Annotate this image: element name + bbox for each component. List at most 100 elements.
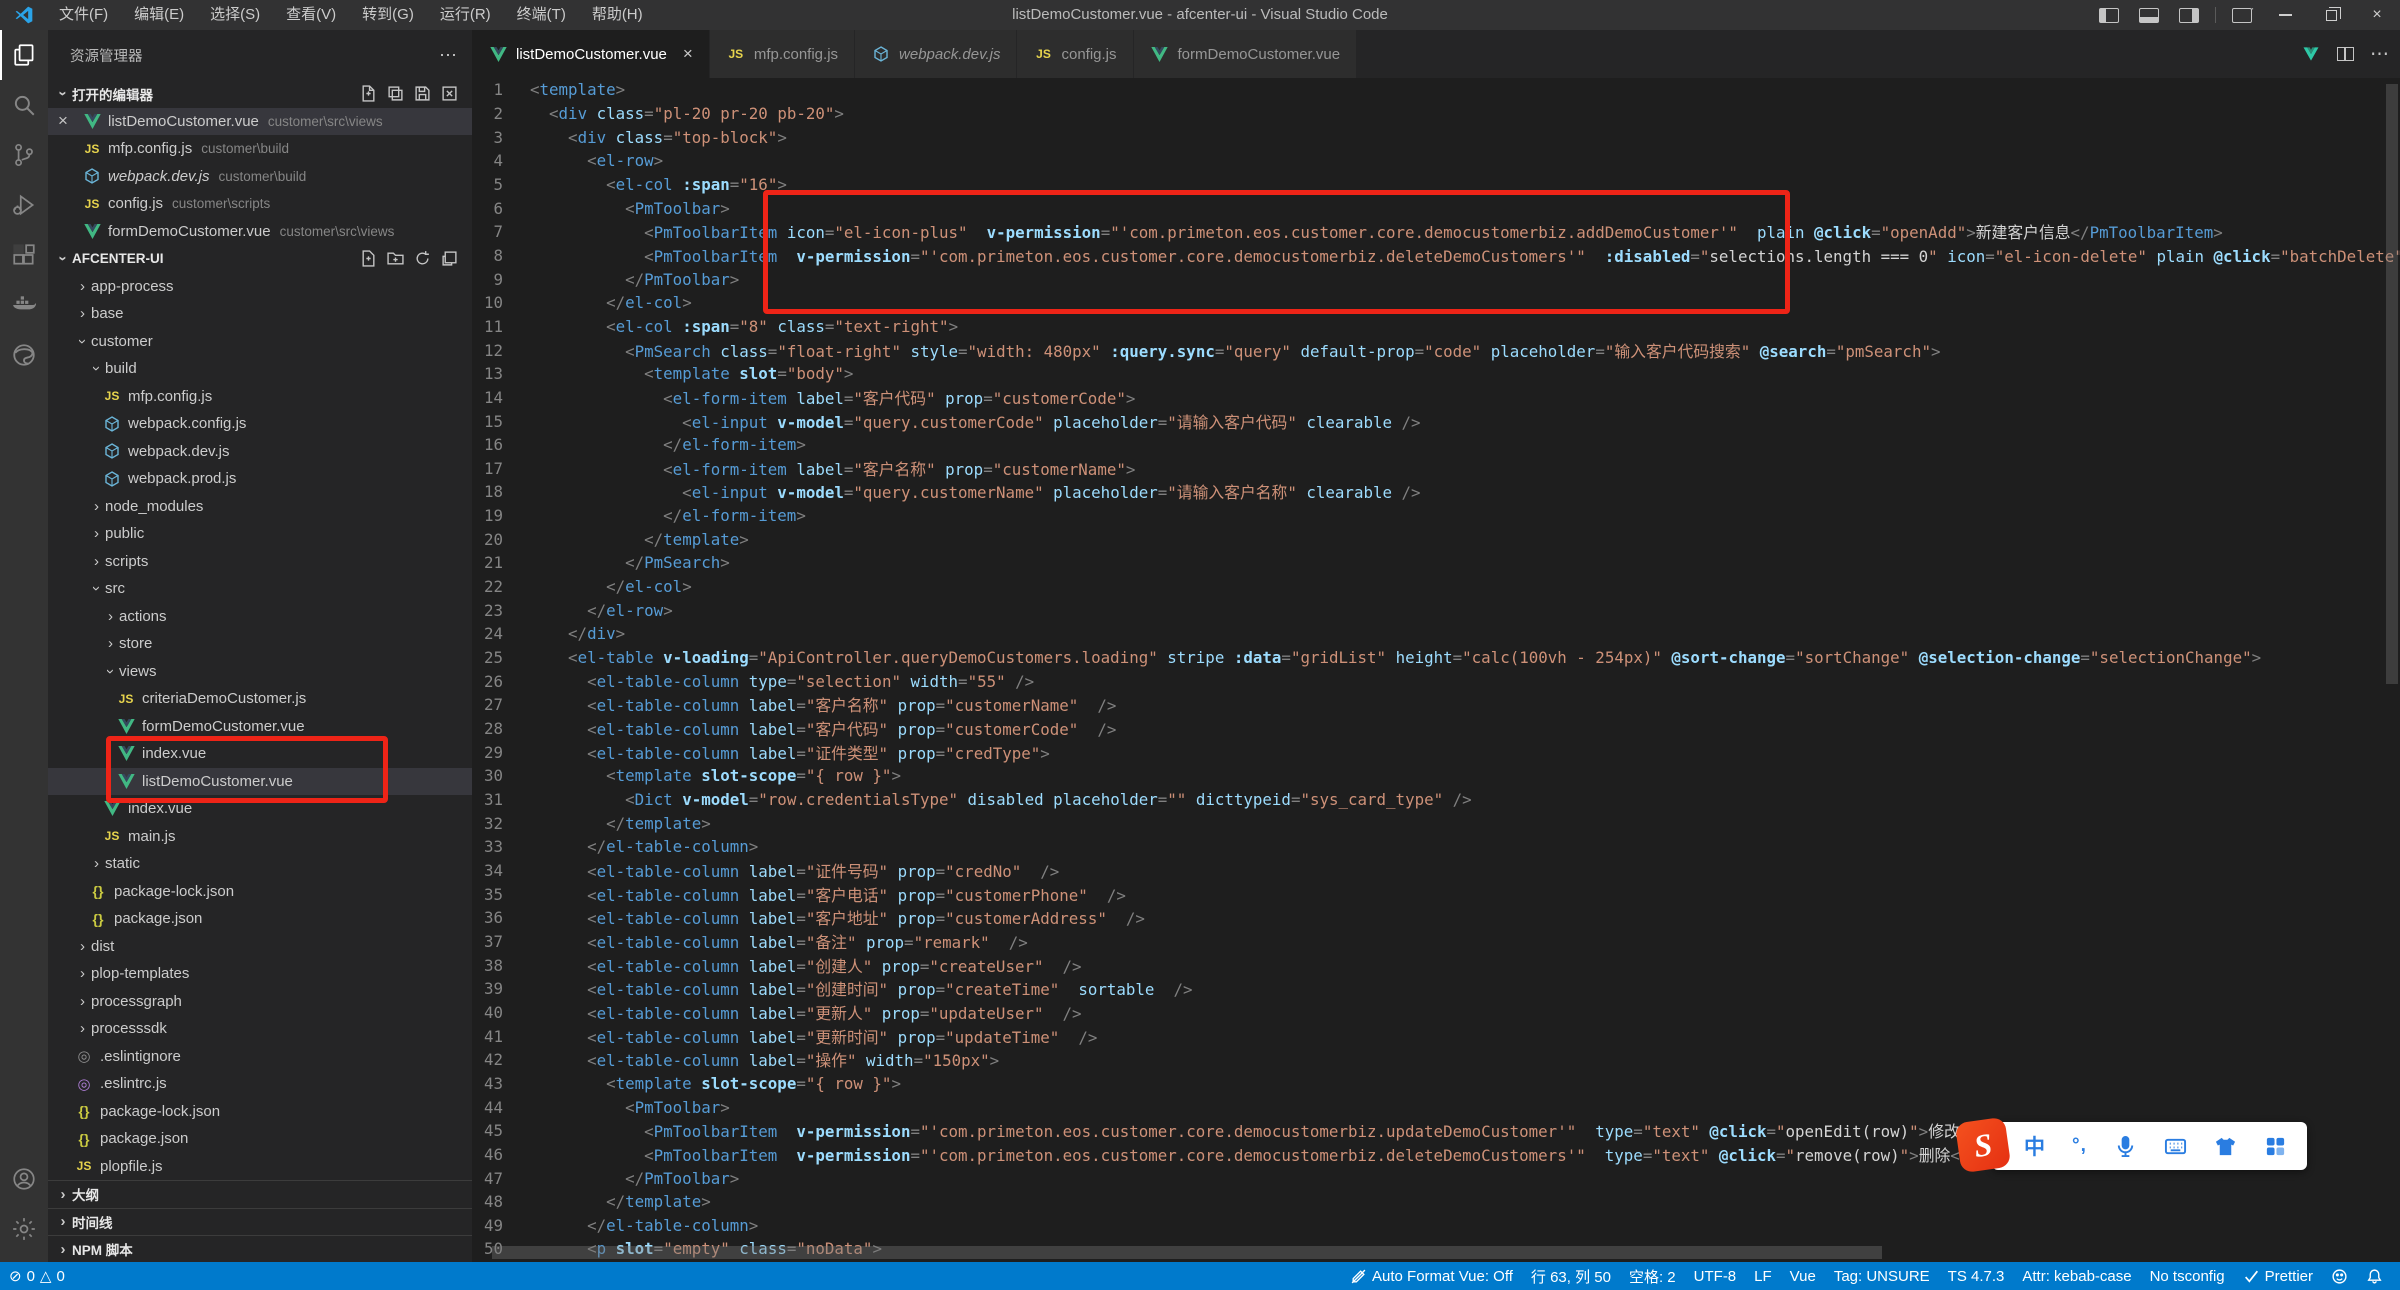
menu-item[interactable]: 文件(F) <box>46 0 121 30</box>
project-root-header[interactable]: › AFCENTER-UI <box>48 245 472 273</box>
code-line[interactable]: 48 </template> <box>472 1190 2400 1214</box>
code-line[interactable]: 14 <el-form-item label="客户代码" prop="cust… <box>472 386 2400 410</box>
menu-item[interactable]: 转到(G) <box>349 0 427 30</box>
open-editors-header[interactable]: › 打开的编辑器 <box>48 80 472 108</box>
tree-item-.eslintignore[interactable]: ◎.eslintignore <box>48 1043 472 1071</box>
new-untitled-file-icon[interactable] <box>360 85 377 102</box>
tab-webpack.dev.js[interactable]: webpack.dev.js <box>855 30 1017 78</box>
tree-item-index.vue[interactable]: index.vue <box>48 740 472 768</box>
code-line[interactable]: 49 </el-table-column> <box>472 1214 2400 1238</box>
code-line[interactable]: 21 </PmSearch> <box>472 551 2400 575</box>
tab-formDemoCustomer.vue[interactable]: formDemoCustomer.vue <box>1134 30 1358 78</box>
tree-item-node_modules[interactable]: ›node_modules <box>48 493 472 521</box>
sidebar-more-actions-icon[interactable]: ⋯ <box>439 45 458 66</box>
keyboard-icon[interactable] <box>2164 1135 2187 1158</box>
open-editor-item[interactable]: formDemoCustomer.vuecustomer\src\views <box>48 218 472 246</box>
horizontal-scrollbar[interactable] <box>492 1246 1882 1259</box>
tree-item-app-process[interactable]: ›app-process <box>48 273 472 301</box>
code-line[interactable]: 19 </el-form-item> <box>472 504 2400 528</box>
code-line[interactable]: 16 </el-form-item> <box>472 433 2400 457</box>
tree-item-formDemoCustomer.vue[interactable]: formDemoCustomer.vue <box>48 713 472 741</box>
code-line[interactable]: 37 <el-table-column label="备注" prop="rem… <box>472 930 2400 954</box>
menu-item[interactable]: 运行(R) <box>427 0 504 30</box>
tab-config.js[interactable]: JSconfig.js <box>1017 30 1133 78</box>
code-line[interactable]: 5 <el-col :span="16"> <box>472 173 2400 197</box>
tree-item-main.js[interactable]: JSmain.js <box>48 823 472 851</box>
vue-preview-icon[interactable] <box>2301 44 2321 64</box>
activitybar-account[interactable] <box>0 1154 48 1204</box>
toggle-editor-layout-icon[interactable] <box>387 85 404 102</box>
code-line[interactable]: 2 <div class="pl-20 pr-20 pb-20"> <box>472 102 2400 126</box>
tree-item-src[interactable]: ›src <box>48 575 472 603</box>
ime-punctuation-mode[interactable]: °, <box>2072 1135 2087 1157</box>
close-icon[interactable]: × <box>683 44 693 64</box>
sidebar-section-大纲[interactable]: ›大纲 <box>48 1180 472 1208</box>
code-line[interactable]: 26 <el-table-column type="selection" wid… <box>472 669 2400 693</box>
code-line[interactable]: 28 <el-table-column label="客户代码" prop="c… <box>472 717 2400 741</box>
activitybar-source-control[interactable] <box>0 130 48 180</box>
collapse-folders-icon[interactable] <box>441 250 458 267</box>
code-line[interactable]: 43 <template slot-scope="{ row }"> <box>472 1072 2400 1096</box>
tree-item-customer[interactable]: ›customer <box>48 328 472 356</box>
activitybar-settings[interactable] <box>0 1204 48 1254</box>
code-line[interactable]: 40 <el-table-column label="更新人" prop="up… <box>472 1001 2400 1025</box>
menu-item[interactable]: 帮助(H) <box>579 0 656 30</box>
code-line[interactable]: 8 <PmToolbarItem v-permission="'com.prim… <box>472 244 2400 268</box>
code-line[interactable]: 23 </el-row> <box>472 598 2400 622</box>
tree-item-package-lock.json[interactable]: {}package-lock.json <box>48 1098 472 1126</box>
toolbox-grid-icon[interactable] <box>2264 1135 2287 1158</box>
code-line[interactable]: 3 <div class="top-block"> <box>472 125 2400 149</box>
code-line[interactable]: 18 <el-input v-model="query.customerName… <box>472 480 2400 504</box>
code-line[interactable]: 39 <el-table-column label="创建时间" prop="c… <box>472 977 2400 1001</box>
menu-item[interactable]: 终端(T) <box>504 0 579 30</box>
status-LF[interactable]: LF <box>1745 1268 1781 1285</box>
code-line[interactable]: 15 <el-input v-model="query.customerCode… <box>472 409 2400 433</box>
code-line[interactable]: 12 <PmSearch class="float-right" style="… <box>472 338 2400 362</box>
tree-item-package.json[interactable]: {}package.json <box>48 905 472 933</box>
tree-item-package.json[interactable]: {}package.json <box>48 1125 472 1153</box>
tree-item-webpack.prod.js[interactable]: webpack.prod.js <box>48 465 472 493</box>
tree-item-.eslintrc.js[interactable]: ◎.eslintrc.js <box>48 1070 472 1098</box>
status-UTF-8[interactable]: UTF-8 <box>1685 1268 1746 1285</box>
code-line[interactable]: 44 <PmToolbar> <box>472 1095 2400 1119</box>
activitybar-run-debug[interactable] <box>0 180 48 230</box>
save-all-icon[interactable] <box>414 85 431 102</box>
close-button[interactable]: × <box>2354 0 2400 30</box>
status-TS 4.7.3[interactable]: TS 4.7.3 <box>1939 1268 2014 1285</box>
tree-item-base[interactable]: ›base <box>48 300 472 328</box>
code-line[interactable]: 7 <PmToolbarItem icon="el-icon-plus" v-p… <box>472 220 2400 244</box>
code-line[interactable]: 20 </template> <box>472 527 2400 551</box>
code-line[interactable]: 42 <el-table-column label="操作" width="15… <box>472 1048 2400 1072</box>
toggle-panel-icon[interactable] <box>2139 8 2159 23</box>
activitybar-extensions[interactable] <box>0 230 48 280</box>
tree-item-processsdk[interactable]: ›processsdk <box>48 1015 472 1043</box>
sidebar-section-NPM 脚本[interactable]: ›NPM 脚本 <box>48 1235 472 1262</box>
status-Prettier[interactable]: Prettier <box>2234 1268 2322 1285</box>
open-editor-item[interactable]: webpack.dev.jscustomer\build <box>48 163 472 191</box>
tree-item-scripts[interactable]: ›scripts <box>48 548 472 576</box>
tree-item-actions[interactable]: ›actions <box>48 603 472 631</box>
code-line[interactable]: 29 <el-table-column label="证件类型" prop="c… <box>472 740 2400 764</box>
code-line[interactable]: 27 <el-table-column label="客户名称" prop="c… <box>472 693 2400 717</box>
tree-item-index.vue[interactable]: index.vue <box>48 795 472 823</box>
ime-language-mode[interactable]: 中 <box>2024 1131 2045 1161</box>
tree-item-package-lock.json[interactable]: {}package-lock.json <box>48 878 472 906</box>
menu-item[interactable]: 编辑(E) <box>121 0 197 30</box>
vertical-scrollbar[interactable] <box>2386 84 2398 684</box>
code-line[interactable]: 17 <el-form-item label="客户名称" prop="cust… <box>472 457 2400 481</box>
close-all-editors-icon[interactable] <box>441 85 458 102</box>
status-feedback[interactable] <box>2322 1268 2357 1285</box>
new-file-icon[interactable] <box>360 250 377 267</box>
code-line[interactable]: 24 </div> <box>472 622 2400 646</box>
tree-item-processgraph[interactable]: ›processgraph <box>48 988 472 1016</box>
code-line[interactable]: 22 </el-col> <box>472 575 2400 599</box>
code-line[interactable]: 10 </el-col> <box>472 291 2400 315</box>
tree-item-webpack.dev.js[interactable]: webpack.dev.js <box>48 438 472 466</box>
code-line[interactable]: 35 <el-table-column label="客户电话" prop="c… <box>472 882 2400 906</box>
code-line[interactable]: 38 <el-table-column label="创建人" prop="cr… <box>472 953 2400 977</box>
code-line[interactable]: 9 </PmToolbar> <box>472 267 2400 291</box>
status-No tsconfig[interactable]: No tsconfig <box>2141 1268 2234 1285</box>
code-line[interactable]: 31 <Dict v-model="row.credentialsType" d… <box>472 788 2400 812</box>
tree-item-plopfile.js[interactable]: JSplopfile.js <box>48 1153 472 1181</box>
new-folder-icon[interactable] <box>387 250 404 267</box>
